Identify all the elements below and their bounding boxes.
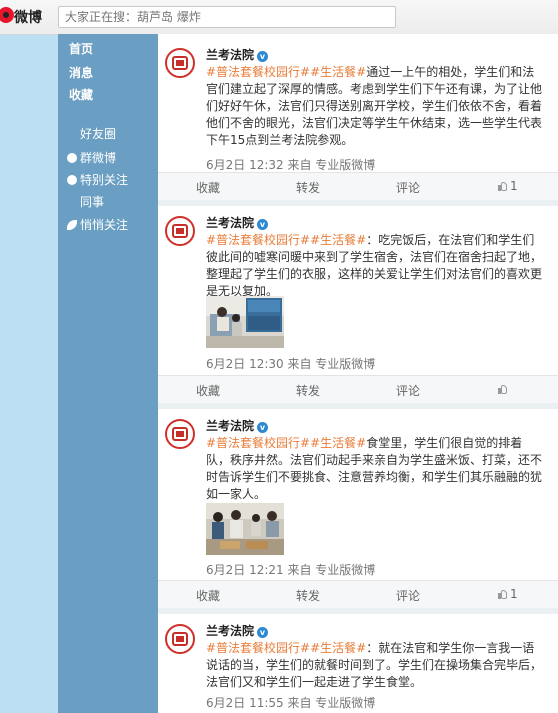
post-meta[interactable]: 6月2日 11:55 来自 专业版微博 (206, 694, 375, 711)
post-text: #普法套餐校园行##生活餐#：就在法官和学生你一言我一语说话的当，学生们的就餐时… (206, 640, 546, 691)
avatar[interactable] (165, 624, 195, 654)
verified-icon: v (257, 219, 269, 230)
nav-item-label: 群微博 (80, 151, 117, 165)
post-meta[interactable]: 6月2日 12:30 来自 专业版微博 (206, 355, 375, 372)
verified-icon: v (257, 627, 269, 638)
nav-item-quiet-follow[interactable]: 悄悄关注 (67, 216, 128, 233)
favorite-button[interactable]: 收藏 (196, 179, 220, 196)
nav-item-favorites[interactable]: 收藏 (69, 86, 93, 103)
avatar[interactable] (165, 419, 195, 449)
thumbs-up-icon (498, 590, 507, 599)
nav-item-group-weibo[interactable]: 群微博 (67, 149, 116, 166)
group-icon (67, 153, 77, 163)
like-button[interactable] (498, 382, 510, 396)
post-hashtag[interactable]: #普法套餐校园行##生活餐# (206, 436, 366, 450)
weibo-eye-icon (0, 7, 14, 23)
nav-item-friend-circle[interactable]: 好友圈 (80, 125, 116, 142)
avatar[interactable] (165, 48, 195, 78)
target-icon (67, 175, 77, 185)
nav-item-colleagues[interactable]: 同事 (80, 193, 104, 210)
nav-item-special-follow[interactable]: 特别关注 (67, 171, 128, 188)
post-meta[interactable]: 6月2日 12:32 来自 专业版微博 (206, 156, 375, 173)
post-hashtag[interactable]: #普法套餐校园行##生活餐# (206, 233, 366, 247)
logo-text: 微博 (14, 10, 42, 26)
nav-item-label: 好友圈 (80, 127, 117, 141)
post-author[interactable]: 兰考法院 v (206, 622, 269, 639)
verified-icon: v (257, 422, 269, 433)
nav-item-label: 悄悄关注 (80, 218, 129, 232)
nav-item-messages[interactable]: 消息 (69, 64, 93, 81)
avatar[interactable] (165, 216, 195, 246)
verified-icon: v (257, 51, 269, 62)
nav-item-home[interactable]: 首页 (69, 40, 93, 57)
post-meta[interactable]: 6月2日 12:21 来自 专业版微博 (206, 561, 375, 578)
comment-button[interactable]: 评论 (396, 179, 420, 196)
thumbs-up-icon (498, 182, 507, 191)
search-input[interactable] (59, 7, 395, 27)
search-box (58, 6, 396, 28)
post-text: #普法套餐校园行##生活餐#通过一上午的相处，学生们和法官们建立起了深厚的情感。… (206, 64, 546, 149)
feed-post: 兰考法院 v #普法套餐校园行##生活餐#：就在法官和学生你一言我一语说话的当，学… (158, 614, 558, 713)
post-actions: 收藏 转发 评论 1 (158, 172, 558, 201)
top-bar: 微博 (0, 0, 558, 35)
post-image-dormitory[interactable] (206, 296, 284, 348)
left-nav: 首页 消息 收藏 好友圈 群微博 特别关注 同事 悄悄关注 (58, 34, 158, 713)
thumbs-up-icon (498, 385, 507, 394)
post-author[interactable]: 兰考法院 v (206, 417, 269, 434)
post-text: #普法套餐校园行##生活餐#食堂里，学生们很自觉的排着队，秩序井然。法官们动起手… (206, 435, 546, 503)
comment-button[interactable]: 评论 (396, 382, 420, 399)
post-hashtag[interactable]: #普法套餐校园行##生活餐# (206, 65, 366, 79)
post-author[interactable]: 兰考法院 v (206, 46, 269, 63)
feed-post: 兰考法院 v #普法套餐校园行##生活餐#食堂里，学生们很自觉的排着队，秩序井然。… (158, 409, 558, 609)
leaf-icon (67, 220, 77, 230)
like-button[interactable]: 1 (498, 179, 518, 193)
repost-button[interactable]: 转发 (296, 382, 320, 399)
post-actions: 收藏 转发 评论 1 (158, 580, 558, 609)
post-image-cafeteria[interactable] (206, 503, 284, 555)
post-text: #普法套餐校园行##生活餐#：吃完饭后，在法官们和学生们彼此间的嘘寒问暖中来到了… (206, 232, 546, 300)
feed-post: 兰考法院 v #普法套餐校园行##生活餐#：吃完饭后，在法官们和学生们彼此间的嘘寒… (158, 206, 558, 404)
post-author[interactable]: 兰考法院 v (206, 214, 269, 231)
weibo-logo[interactable]: 微博 (0, 7, 52, 27)
favorite-button[interactable]: 收藏 (196, 382, 220, 399)
like-button[interactable]: 1 (498, 587, 518, 601)
nav-item-label: 特别关注 (80, 173, 129, 187)
post-hashtag[interactable]: #普法套餐校园行##生活餐# (206, 641, 366, 655)
repost-button[interactable]: 转发 (296, 179, 320, 196)
post-actions: 收藏 转发 评论 (158, 375, 558, 404)
comment-button[interactable]: 评论 (396, 587, 420, 604)
nav-item-label: 同事 (80, 195, 105, 209)
feed-post: 兰考法院 v #普法套餐校园行##生活餐#通过一上午的相处，学生们和法官们建立起了… (158, 38, 558, 201)
feed: 兰考法院 v #普法套餐校园行##生活餐#通过一上午的相处，学生们和法官们建立起了… (158, 34, 558, 713)
favorite-button[interactable]: 收藏 (196, 587, 220, 604)
repost-button[interactable]: 转发 (296, 587, 320, 604)
